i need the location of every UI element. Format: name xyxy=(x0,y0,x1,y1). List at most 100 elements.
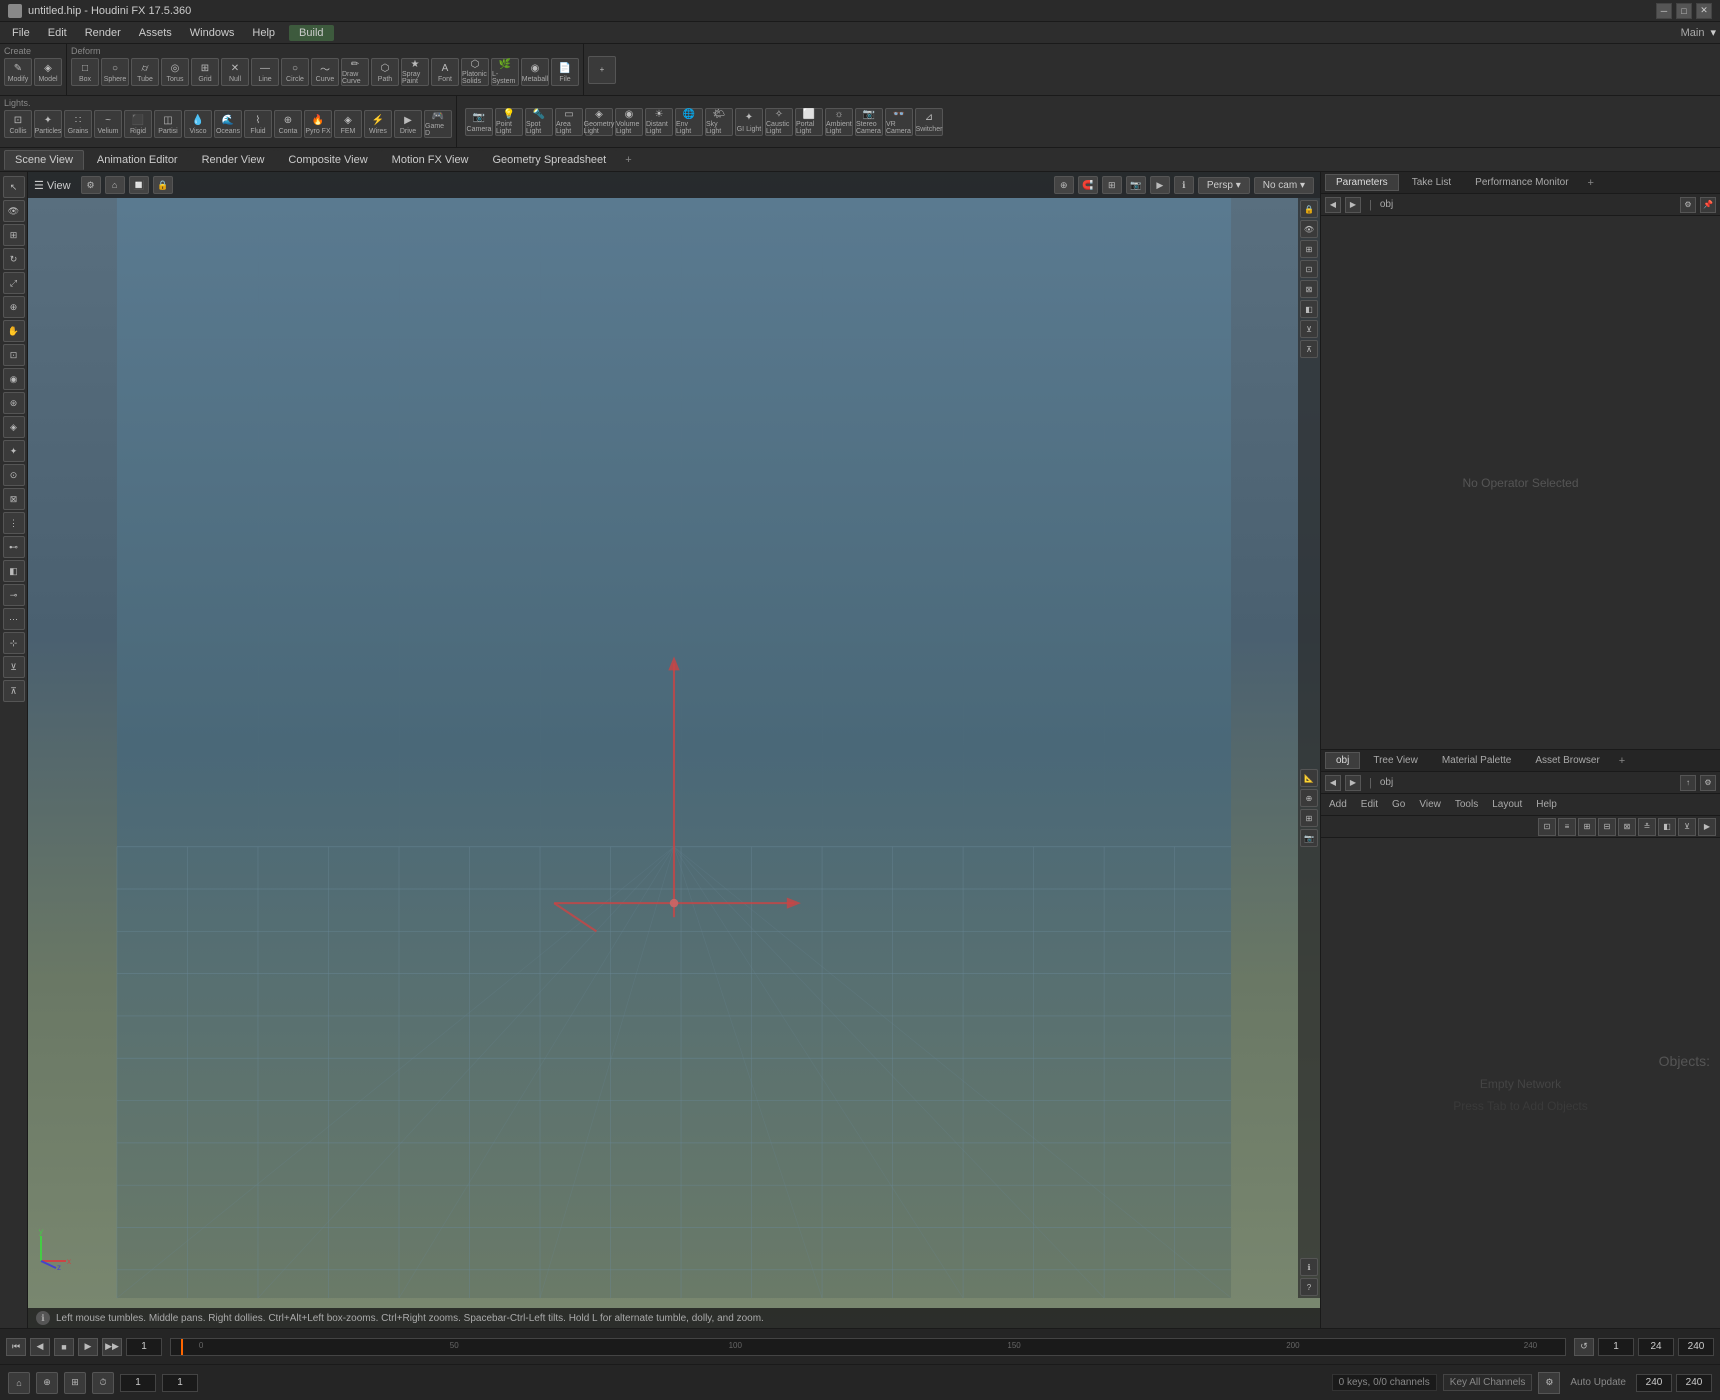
vp-side-tex[interactable]: ⊼ xyxy=(1300,340,1318,358)
sidebar-tool-rotate[interactable]: ↻ xyxy=(3,248,25,270)
tab-animation-editor[interactable]: Animation Editor xyxy=(86,150,189,170)
vp-cam-btn[interactable]: 📷 xyxy=(1126,176,1146,194)
vp-side-help[interactable]: ? xyxy=(1300,1278,1318,1296)
sidebar-tool-5[interactable]: ⊙ xyxy=(3,464,25,486)
tool-geometry-light[interactable]: ◈Geometry Light xyxy=(585,108,613,136)
network-tools-btn[interactable]: Tools xyxy=(1451,797,1482,812)
tab-motion-fx[interactable]: Motion FX View xyxy=(381,150,480,170)
network-tab-add[interactable]: + xyxy=(1613,753,1631,769)
net-icon-1[interactable]: ⊡ xyxy=(1538,818,1556,836)
tool-sky-light[interactable]: 🌤Sky Light xyxy=(705,108,733,136)
tool-fluid[interactable]: ⌇Fluid xyxy=(244,110,272,138)
status-frame-input[interactable] xyxy=(120,1374,156,1392)
status-home-btn[interactable]: ⌂ xyxy=(8,1372,30,1394)
tool-modify[interactable]: ✎Modify xyxy=(4,58,32,86)
vp-snap-btn[interactable]: ⊕ xyxy=(1054,176,1074,194)
params-settings-btn[interactable]: ⚙ xyxy=(1680,197,1696,213)
menu-edit[interactable]: Edit xyxy=(40,25,75,41)
net-icon-8[interactable]: ⊻ xyxy=(1678,818,1696,836)
tool-caustic-light[interactable]: ✧Caustic Light xyxy=(765,108,793,136)
tab-composite-view[interactable]: Composite View xyxy=(277,150,378,170)
tool-point-light[interactable]: 💡Point Light xyxy=(495,108,523,136)
menu-windows[interactable]: Windows xyxy=(182,25,243,41)
tool-circle[interactable]: ○Circle xyxy=(281,58,309,86)
net-icon-6[interactable]: ≛ xyxy=(1638,818,1656,836)
network-go-btn[interactable]: Go xyxy=(1388,797,1409,812)
sidebar-tool-handle[interactable]: ⊕ xyxy=(3,296,25,318)
network-go-up-btn[interactable]: ↑ xyxy=(1680,775,1696,791)
tab-take-list[interactable]: Take List xyxy=(1401,174,1462,191)
tool-velium[interactable]: ~Velium xyxy=(94,110,122,138)
tab-geometry-spreadsheet[interactable]: Geometry Spreadsheet xyxy=(482,150,618,170)
tl-stop-btn[interactable]: ■ xyxy=(54,1338,74,1356)
tool-null[interactable]: ✕Null xyxy=(221,58,249,86)
tool-grid[interactable]: ⊞Grid xyxy=(191,58,219,86)
vp-lock-btn[interactable]: 🔒 xyxy=(153,176,173,194)
sidebar-tool-13[interactable]: ⊻ xyxy=(3,656,25,678)
tl-loop-btn[interactable]: ↺ xyxy=(1574,1338,1594,1356)
vp-side-solid[interactable]: ⊻ xyxy=(1300,320,1318,338)
tool-distant-light[interactable]: ☀Distant Light xyxy=(645,108,673,136)
tool-visco[interactable]: 💧Visco xyxy=(184,110,212,138)
viewport-camera-button[interactable]: No cam ▾ xyxy=(1254,177,1314,194)
tab-tree-view[interactable]: Tree View xyxy=(1362,752,1428,769)
sidebar-tool-8[interactable]: ⊷ xyxy=(3,536,25,558)
tool-grains[interactable]: ∷Grains xyxy=(64,110,92,138)
sidebar-tool-10[interactable]: ⊸ xyxy=(3,584,25,606)
status-auto-update-btn[interactable]: ⚙ xyxy=(1538,1372,1560,1394)
tool-switcher[interactable]: ⊿Switcher xyxy=(915,108,943,136)
tab-scene-view[interactable]: Scene View xyxy=(4,150,84,170)
params-pin-btn[interactable]: 📌 xyxy=(1700,197,1716,213)
tl-next-frame-btn[interactable]: ▶▶ xyxy=(102,1338,122,1356)
tool-lsystem[interactable]: 🌿L-System xyxy=(491,58,519,86)
sidebar-tool-9[interactable]: ◧ xyxy=(3,560,25,582)
minimize-button[interactable]: ─ xyxy=(1656,3,1672,19)
tool-pyro[interactable]: 🔥Pyro FX xyxy=(304,110,332,138)
tool-gi-light[interactable]: ✦GI Light xyxy=(735,108,763,136)
network-edit-btn[interactable]: Edit xyxy=(1357,797,1382,812)
tool-env-light[interactable]: 🌐Env Light xyxy=(675,108,703,136)
tl-fps-input[interactable] xyxy=(1638,1338,1674,1356)
tab-performance-monitor[interactable]: Performance Monitor xyxy=(1464,174,1579,191)
sidebar-tool-14[interactable]: ⊼ xyxy=(3,680,25,702)
sidebar-tool-3[interactable]: ◈ xyxy=(3,416,25,438)
tab-render-view[interactable]: Render View xyxy=(191,150,276,170)
tool-box[interactable]: □Box xyxy=(71,58,99,86)
sidebar-tool-scale[interactable]: ⤢ xyxy=(3,272,25,294)
tool-camera[interactable]: 📷Camera xyxy=(465,108,493,136)
net-icon-7[interactable]: ◧ xyxy=(1658,818,1676,836)
toolbar-add-btn[interactable]: + xyxy=(588,56,616,84)
vp-side-shade[interactable]: ◧ xyxy=(1300,300,1318,318)
sidebar-tool-pivot[interactable]: ⊡ xyxy=(3,344,25,366)
vp-side-snap[interactable]: ⊕ xyxy=(1300,789,1318,807)
tool-draw-curve[interactable]: ✏Draw Curve xyxy=(341,58,369,86)
vp-render-btn[interactable]: ▶ xyxy=(1150,176,1170,194)
network-settings-btn[interactable]: ⚙ xyxy=(1700,775,1716,791)
tool-platonic[interactable]: ⬡Platonic Solids xyxy=(461,58,489,86)
tool-tube[interactable]: ⌭Tube xyxy=(131,58,159,86)
tool-partisi[interactable]: ◫Partisi xyxy=(154,110,182,138)
status-grid-btn[interactable]: ⊞ xyxy=(64,1372,86,1394)
params-tab-add[interactable]: + xyxy=(1582,175,1600,191)
vp-side-display[interactable]: ⊞ xyxy=(1300,240,1318,258)
tool-vr-camera[interactable]: 👓VR Camera xyxy=(885,108,913,136)
tool-wires[interactable]: ⚡Wires xyxy=(364,110,392,138)
tool-fem[interactable]: ◈FEM xyxy=(334,110,362,138)
tool-drive[interactable]: ▶Drive xyxy=(394,110,422,138)
tool-metaball[interactable]: ◉Metaball xyxy=(521,58,549,86)
close-button[interactable]: ✕ xyxy=(1696,3,1712,19)
maximize-button[interactable]: □ xyxy=(1676,3,1692,19)
tl-rewind-btn[interactable]: ⏮ xyxy=(6,1338,26,1356)
tool-game-d[interactable]: 🎮Game D xyxy=(424,110,452,138)
net-icon-2[interactable]: ≡ xyxy=(1558,818,1576,836)
vp-display-btn[interactable]: 🔲 xyxy=(129,176,149,194)
status-anim-btn[interactable]: ⏱ xyxy=(92,1372,114,1394)
net-icon-5[interactable]: ⊠ xyxy=(1618,818,1636,836)
tool-model[interactable]: ◈Model xyxy=(34,58,62,86)
sidebar-tool-pose[interactable]: ✋ xyxy=(3,320,25,342)
tl-current-frame-input[interactable] xyxy=(126,1338,162,1356)
vp-settings-btn[interactable]: ⚙ xyxy=(81,176,101,194)
menu-render[interactable]: Render xyxy=(77,25,129,41)
tool-file[interactable]: 📄File xyxy=(551,58,579,86)
viewport-persp-button[interactable]: Persp ▾ xyxy=(1198,177,1250,194)
